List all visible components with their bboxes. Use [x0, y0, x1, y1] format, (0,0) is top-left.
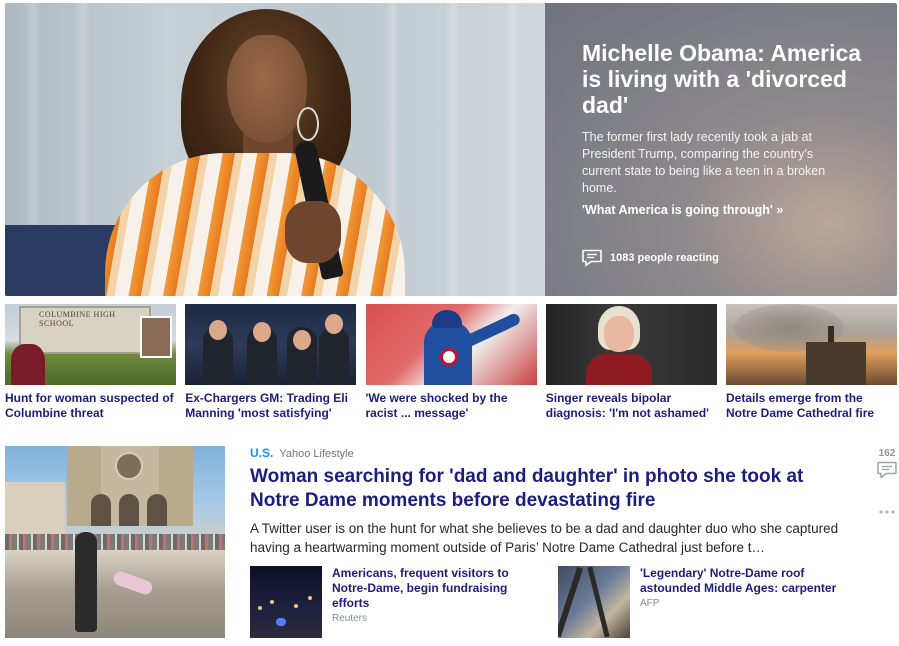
related-story[interactable]: 'Legendary' Notre-Dame roof astounded Mi…: [558, 566, 858, 638]
strip-thumbnail[interactable]: [365, 304, 537, 385]
article-actions: 162: [876, 448, 898, 520]
strip-item[interactable]: Singer reveals bipolar diagnosis: 'I'm n…: [545, 304, 717, 424]
strip-thumbnail[interactable]: [185, 304, 357, 385]
strip-caption[interactable]: Ex-Chargers GM: Trading Eli Manning 'mos…: [185, 391, 356, 421]
strip-thumbnail[interactable]: [726, 304, 897, 385]
related-title[interactable]: Americans, frequent visitors to Notre-Da…: [332, 566, 540, 611]
strip-caption[interactable]: Hunt for woman suspected of Columbine th…: [5, 391, 176, 421]
featured-image[interactable]: [5, 446, 225, 638]
related-source: AFP: [640, 598, 660, 609]
more-dots-icon[interactable]: [878, 502, 896, 520]
comment-bubble-icon[interactable]: [877, 461, 897, 484]
strip-caption[interactable]: Singer reveals bipolar diagnosis: 'I'm n…: [546, 391, 717, 421]
strip-item[interactable]: COLUMBINE HIGH SCHOOL Hunt for woman sus…: [5, 304, 176, 424]
hero-image[interactable]: [5, 3, 545, 296]
hero-read-more-link[interactable]: 'What America is going through' »: [582, 203, 783, 217]
thumbnail-sign-text: COLUMBINE HIGH SCHOOL: [39, 310, 116, 328]
strip-thumbnail[interactable]: [545, 304, 717, 385]
comment-bubble-icon: [582, 249, 602, 267]
article-summary: A Twitter user is on the hunt for what s…: [250, 521, 839, 555]
related-title[interactable]: 'Legendary' Notre-Dame roof astounded Mi…: [640, 566, 858, 596]
featured-article: U.S. Yahoo Lifestyle Woman searching for …: [250, 446, 850, 557]
strip-item[interactable]: Ex-Chargers GM: Trading Eli Manning 'mos…: [185, 304, 357, 424]
story-strip: COLUMBINE HIGH SCHOOL Hunt for woman sus…: [5, 304, 897, 424]
strip-caption[interactable]: 'We were shocked by the racist ... messa…: [366, 391, 537, 421]
hero-panel: Michelle Obama: America is living with a…: [545, 3, 897, 296]
hero-summary: The former first lady recently took a ja…: [582, 130, 826, 195]
comment-count: 162: [878, 448, 896, 459]
article-category-link[interactable]: U.S.: [250, 446, 273, 460]
related-thumbnail[interactable]: [250, 566, 322, 638]
hero-title[interactable]: Michelle Obama: America is living with a…: [582, 40, 882, 118]
strip-caption[interactable]: Details emerge from the Notre Dame Cathe…: [726, 391, 897, 421]
related-thumbnail[interactable]: [558, 566, 630, 638]
strip-item[interactable]: 'We were shocked by the racist ... messa…: [365, 304, 537, 424]
strip-item[interactable]: Details emerge from the Notre Dame Cathe…: [726, 304, 897, 424]
hero-story[interactable]: Michelle Obama: America is living with a…: [5, 3, 897, 296]
article-meta: U.S. Yahoo Lifestyle: [250, 446, 850, 461]
article-source: Yahoo Lifestyle: [279, 448, 354, 460]
strip-thumbnail[interactable]: COLUMBINE HIGH SCHOOL: [5, 304, 176, 385]
related-story[interactable]: Americans, frequent visitors to Notre-Da…: [250, 566, 540, 638]
article-title[interactable]: Woman searching for 'dad and daughter' i…: [250, 465, 840, 513]
hero-reactions-button[interactable]: 1083 people reacting: [582, 249, 719, 267]
hero-reactions-label: 1083 people reacting: [610, 252, 719, 264]
related-source: Reuters: [332, 613, 368, 624]
